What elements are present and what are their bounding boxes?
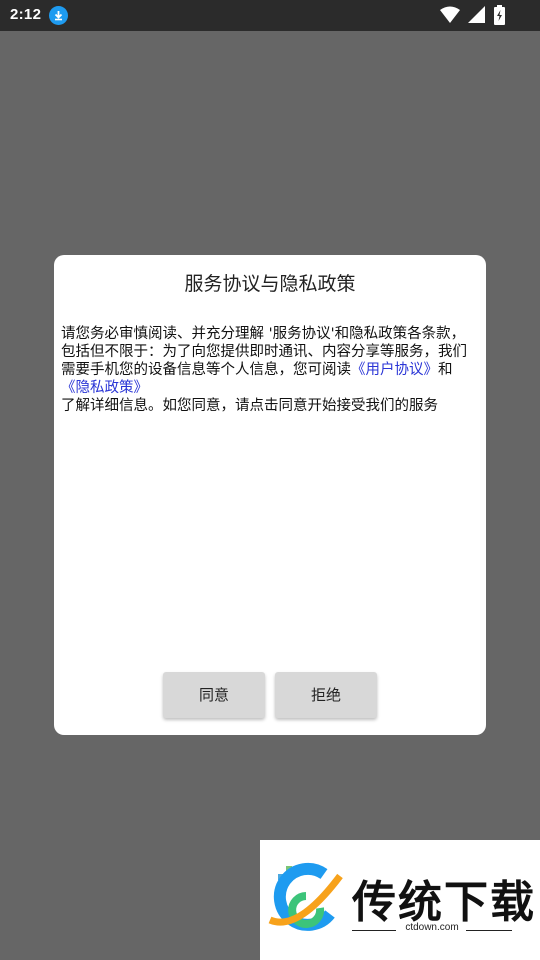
privacy-policy-link[interactable]: 《隐私政策》 (61, 380, 148, 396)
wifi-icon (440, 6, 460, 27)
body-text-and: 和 (438, 362, 453, 378)
status-time: 2:12 (10, 6, 42, 23)
dialog-body: 请您务必审慎阅读、并充分理解 '服务协议'和隐私政策各条款，包括但不限于：为了向… (61, 325, 479, 415)
dialog-title: 服务协议与隐私政策 (184, 273, 356, 295)
body-text-outro: 了解详细信息。如您同意，请点击同意开始接受我们的服务 (61, 398, 438, 414)
site-watermark: 传统下载 ctdown.com (260, 840, 540, 960)
agree-button[interactable]: 同意 (163, 672, 265, 718)
user-agreement-link[interactable]: 《用户协议》 (351, 362, 438, 378)
battery-charging-icon (494, 5, 505, 29)
site-logo-icon (268, 862, 346, 938)
status-bar: 2:12 (0, 0, 540, 31)
site-name: 传统下载 (352, 877, 536, 928)
privacy-dialog: 服务协议与隐私政策 请您务必审慎阅读、并充分理解 '服务协议'和隐私政策各条款，… (54, 255, 486, 735)
reject-button[interactable]: 拒绝 (275, 672, 377, 718)
site-url: ctdown.com (405, 922, 459, 933)
divider-right (466, 930, 512, 931)
download-icon (49, 6, 68, 25)
signal-icon (468, 6, 485, 27)
